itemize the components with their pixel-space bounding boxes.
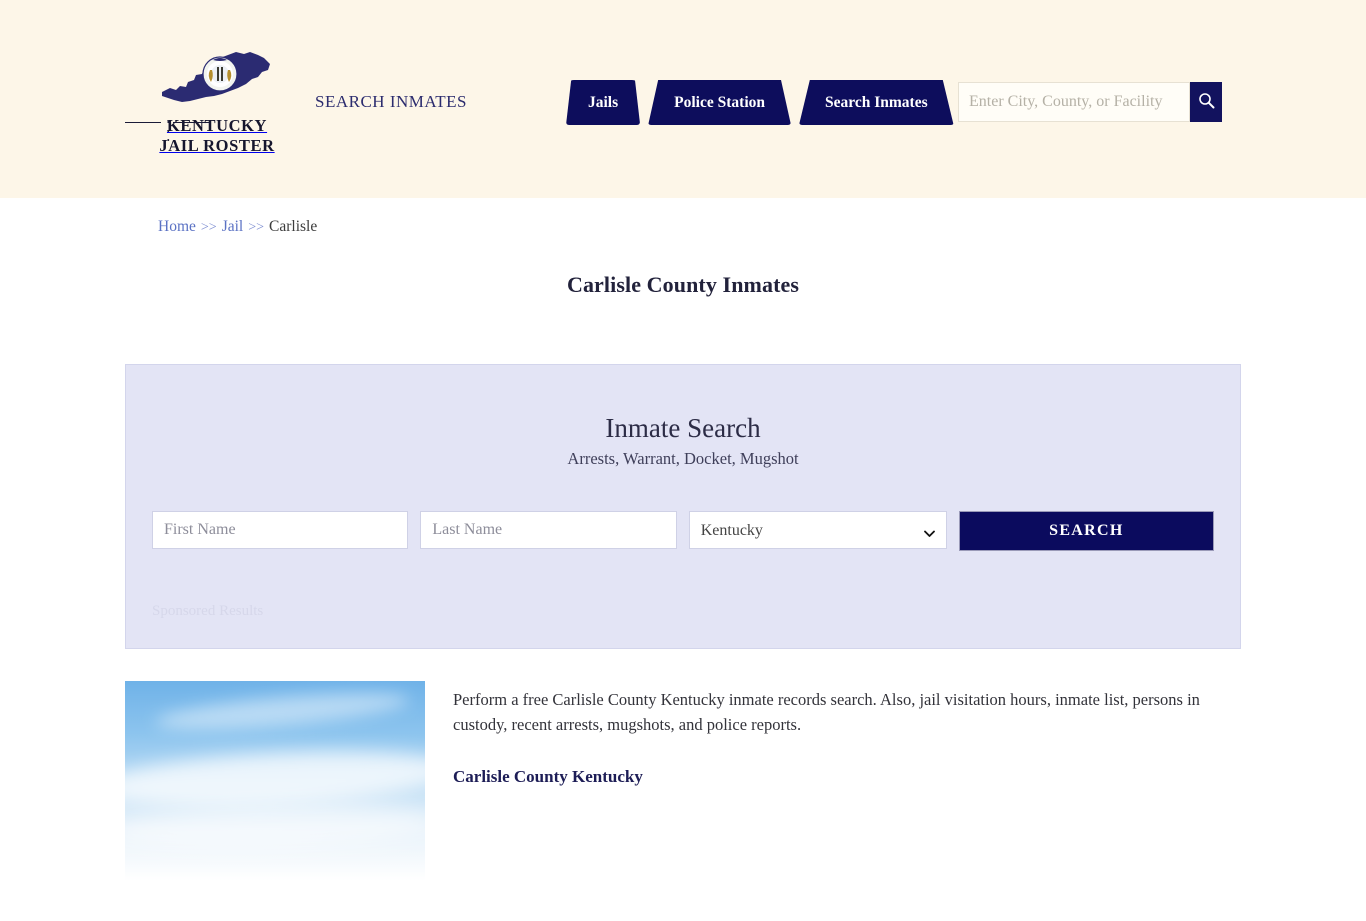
page-wrap: Home >> Jail >> Carlisle Carlisle County Inm… [0, 198, 1366, 921]
header-search-button[interactable] [1190, 82, 1222, 122]
nav-item-jails[interactable]: Jails [566, 80, 641, 125]
page-title: Carlisle County Inmates [566, 272, 800, 297]
breadcrumb-separator-2: >> [248, 220, 265, 235]
panel-subtitle: Arrests, Warrant, Docket, Mugshot [567, 449, 799, 468]
search-submit-button[interactable]: SEARCH [958, 511, 1215, 551]
breadcrumb-separator-1: >> [200, 220, 217, 235]
last-name-input[interactable] [420, 511, 677, 549]
inmate-search-form: Kentucky SEARCH [152, 511, 1215, 551]
nav-item-search-inmates[interactable]: Search Inmates [799, 80, 954, 125]
header-tagline: SEARCH INMATES [315, 92, 467, 111]
content-text: Perform a free Carlisle County Kentucky … [453, 681, 1241, 787]
breadcrumb: Home >> Jail >> Carlisle [0, 198, 1366, 236]
header-search [958, 82, 1222, 122]
site-header: • • • KENTUCKY JAIL ROSTER SEARCH INMATE… [0, 0, 1366, 198]
site-logo[interactable]: • • • KENTUCKY JAIL ROSTER [124, 44, 276, 156]
header-search-input[interactable] [958, 82, 1190, 122]
breadcrumb-current: Carlisle [269, 218, 318, 235]
kentucky-map-icon [158, 44, 276, 116]
sponsored-results-label: Sponsored Results [152, 603, 264, 619]
content-subheading: Carlisle County Kentucky [453, 767, 643, 786]
header-inner: • • • KENTUCKY JAIL ROSTER SEARCH INMATE… [0, 0, 1366, 198]
panel-title: Inmate Search [605, 413, 761, 443]
inmate-search-panel: Inmate Search Arrests, Warrant, Docket, … [125, 364, 1241, 649]
first-name-input[interactable] [152, 511, 409, 549]
nav-item-police-station[interactable]: Police Station [648, 80, 791, 125]
logo-line-1: KENTUCKY [166, 116, 268, 135]
breadcrumb-jail[interactable]: Jail [222, 218, 244, 235]
content-paragraph: Perform a free Carlisle County Kentucky … [453, 690, 1200, 734]
breadcrumb-home[interactable]: Home [158, 218, 196, 235]
county-photo [125, 681, 425, 881]
state-select-wrap: Kentucky [688, 511, 947, 551]
search-icon [1198, 92, 1215, 112]
content-row: Perform a free Carlisle County Kentucky … [125, 681, 1241, 921]
state-select[interactable]: Kentucky [688, 511, 947, 549]
logo-line-2: JAIL ROSTER [159, 136, 275, 155]
main-navigation: Jails Police Station Search Inmates [566, 77, 954, 125]
